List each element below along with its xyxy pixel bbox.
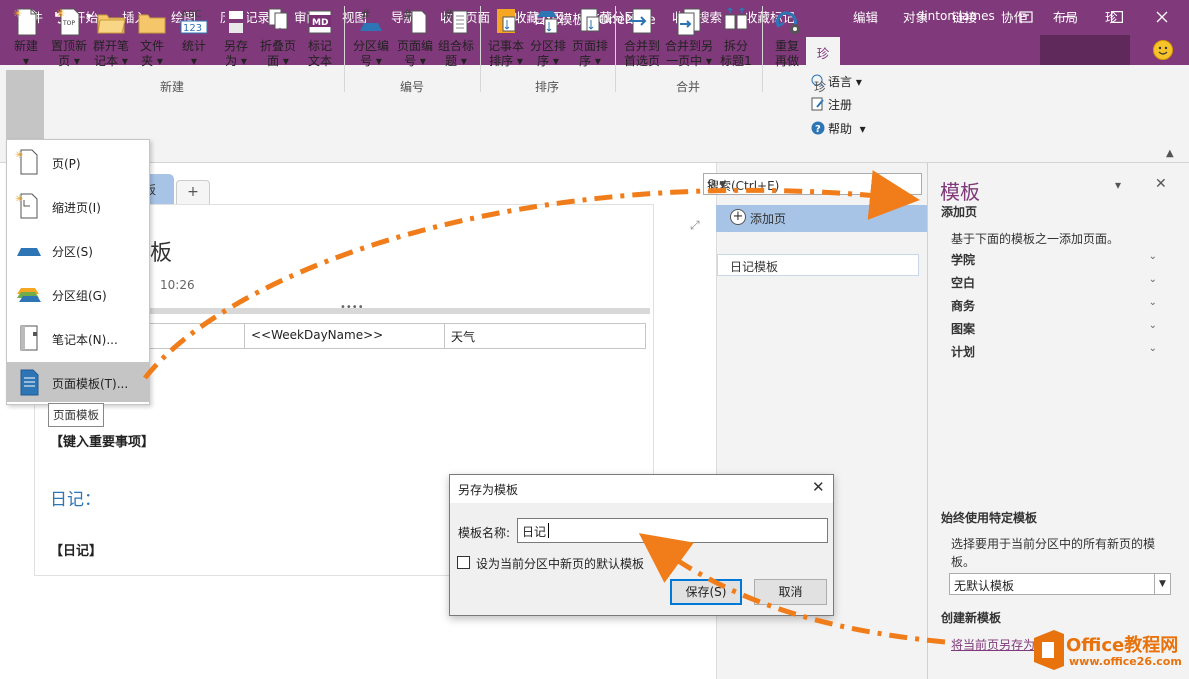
watermark-brand: Office教程网: [1066, 635, 1179, 656]
arrow-to-dialog: [638, 533, 946, 645]
office-logo-icon: [1034, 630, 1064, 670]
arrow-to-templates: [143, 170, 920, 380]
watermark-url: www.office26.com: [1069, 655, 1182, 668]
annotation-arrows: [143, 170, 946, 645]
